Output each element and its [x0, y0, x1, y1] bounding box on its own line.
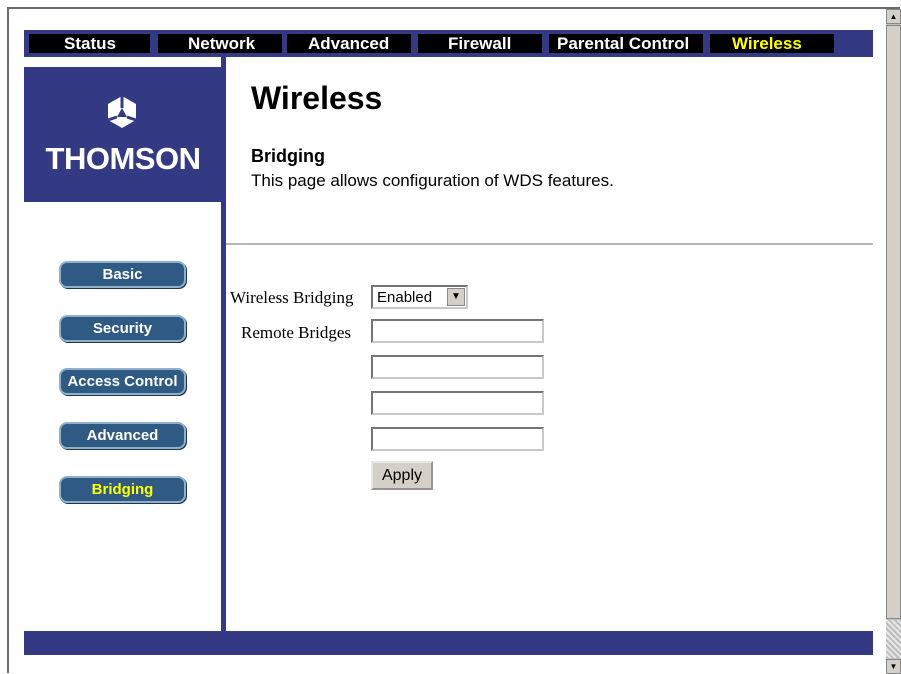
- section-description: This page allows configuration of WDS fe…: [251, 171, 614, 190]
- remote-bridge-input-2[interactable]: [371, 355, 544, 379]
- vertical-scrollbar[interactable]: ▲ ▼: [886, 9, 901, 674]
- section-title: Bridging: [251, 146, 325, 166]
- thomson-logo-text: THOMSON: [45, 141, 201, 176]
- wireless-bridging-value: Enabled: [377, 289, 433, 306]
- wireless-bridging-label: Wireless Bridging: [230, 288, 354, 307]
- thomson-logo-block: THOMSON: [24, 67, 222, 202]
- sidebar-item-basic[interactable]: Basic: [59, 261, 186, 288]
- scroll-up-icon[interactable]: ▲: [886, 9, 901, 24]
- tab-wireless[interactable]: Wireless: [710, 34, 834, 53]
- scrollbar-track[interactable]: [886, 620, 901, 658]
- content-divider: [226, 243, 873, 245]
- scroll-down-icon[interactable]: ▼: [886, 659, 901, 674]
- tab-firewall[interactable]: Firewall: [418, 34, 542, 53]
- tab-parental-control[interactable]: Parental Control: [549, 34, 703, 53]
- remote-bridges-label: Remote Bridges: [241, 323, 352, 342]
- scrollbar-thumb[interactable]: [886, 25, 901, 619]
- sidebar-item-advanced[interactable]: Advanced: [59, 422, 186, 449]
- sidebar-divider: [221, 57, 226, 633]
- page-title: Wireless: [251, 80, 383, 116]
- remote-bridge-input-4[interactable]: [371, 427, 544, 451]
- sidebar-item-access-control[interactable]: Access Control: [59, 368, 186, 395]
- top-navigation: Status Network Advanced Firewall Parenta…: [24, 30, 873, 57]
- apply-button[interactable]: Apply: [371, 461, 433, 490]
- remote-bridge-input-1[interactable]: [371, 319, 544, 343]
- sidebar-item-security[interactable]: Security: [59, 315, 186, 342]
- tab-advanced[interactable]: Advanced: [287, 34, 411, 53]
- tab-network[interactable]: Network: [158, 34, 282, 53]
- thomson-logo-icon: [107, 96, 137, 128]
- wireless-bridging-select[interactable]: Enabled ▼: [371, 285, 468, 309]
- dropdown-arrow-icon[interactable]: ▼: [447, 288, 465, 306]
- tab-status[interactable]: Status: [29, 34, 150, 53]
- remote-bridge-input-3[interactable]: [371, 391, 544, 415]
- footer-bar: [24, 631, 873, 655]
- sidebar-item-bridging[interactable]: Bridging: [59, 476, 186, 503]
